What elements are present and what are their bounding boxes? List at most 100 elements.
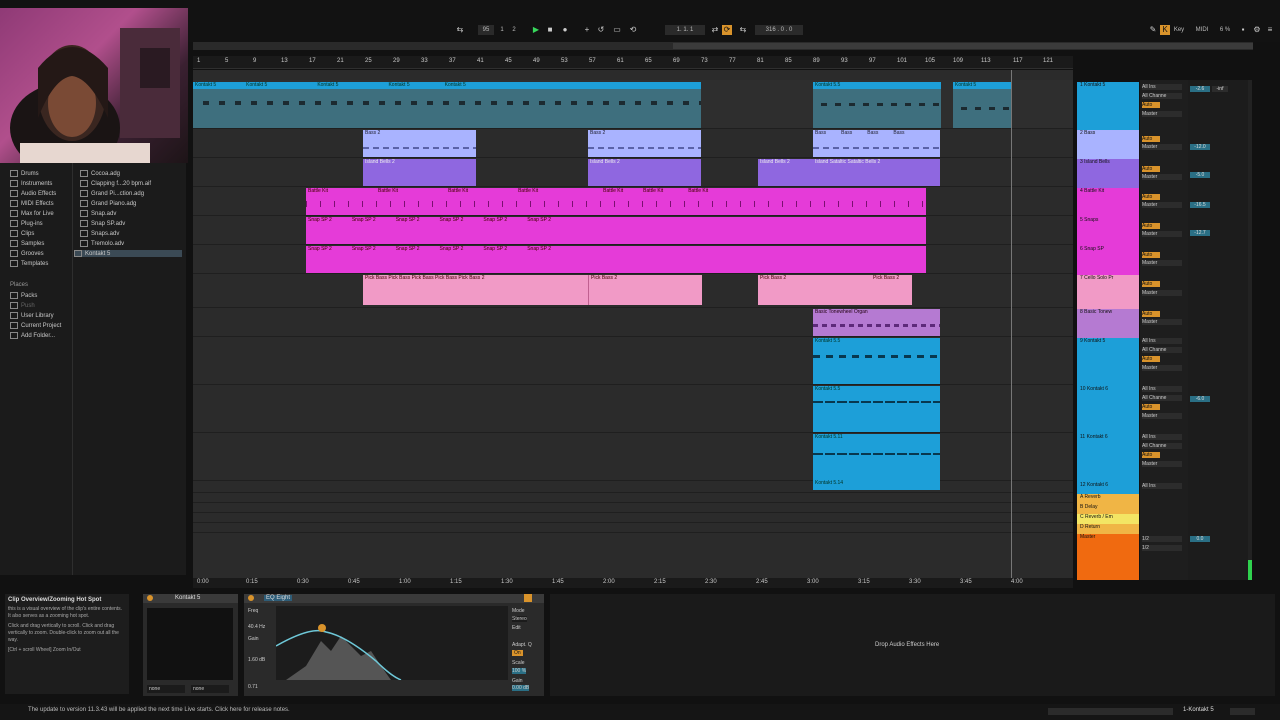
midi-map-label[interactable]: MIDI [1194,25,1210,35]
browser-category-audio-effects[interactable]: Audio Effects [10,190,56,197]
clip-organ[interactable]: Basic Tonewheel Organ [813,309,940,336]
monitor-auto-button[interactable]: Auto [1142,252,1160,258]
input-channel-select[interactable]: All Channe [1142,93,1182,99]
track-header[interactable]: 6 Snap SP [1077,246,1139,275]
browser-file[interactable]: Tremolo.adv [80,240,124,247]
horizontal-scrollbar[interactable] [1048,708,1173,715]
places-push[interactable]: Push [10,302,35,309]
clip-bass[interactable]: Bass Bass Bass Bass [813,130,940,157]
arrangement-overview[interactable] [193,42,1253,50]
track-header[interactable]: 8 Basic Tonew [1077,309,1139,338]
return-header[interactable]: A Reverb [1077,494,1139,504]
loop-end-marker[interactable] [1011,70,1012,578]
browser-file[interactable]: Grand Pi...ction.adg [80,190,144,197]
adapt-q-toggle[interactable]: On [512,650,523,656]
clip-island-bells[interactable]: Island Bells 2 [588,159,701,186]
master-volume-field[interactable]: 0.0 [1190,536,1210,542]
master-output-select[interactable]: 1/2 [1142,536,1182,542]
signature-denominator[interactable]: 2 [510,25,518,35]
clip-kontakt[interactable]: Kontakt 5.5 [813,338,940,384]
midi-from-select[interactable]: none [147,685,185,693]
monitor-auto-button[interactable]: Auto [1142,356,1160,362]
automation-arm-icon[interactable]: ↺ [596,25,606,35]
browser-file[interactable]: Cocoa.adg [80,170,120,177]
clip-snaps[interactable]: Snap SP 2 Snap SP 2 Snap SP 2 Snap SP 2 … [306,217,926,244]
loop-length-field[interactable]: 316 . 0 . 0 [755,25,803,35]
input-channel-select[interactable]: All Channe [1142,443,1182,449]
clip-battle-kit[interactable]: Battle Kit Battle Kit Battle Kit Battle … [306,188,926,215]
eq-display[interactable] [275,606,508,681]
output-select[interactable]: Master [1142,290,1182,296]
clip-pick-bass[interactable]: Pick Bass 2 [758,275,871,305]
track-lane[interactable] [193,336,1073,385]
output-select[interactable]: Master [1142,413,1182,419]
loop-icon[interactable]: ⟲ [628,25,638,35]
arrangement-view[interactable]: Kontakt 5 Kontakt 5 Kontakt 5 Kontakt 5 … [193,70,1073,578]
input-type-select[interactable]: All Ins [1142,386,1182,392]
clip-bass[interactable]: Bass 2 [363,130,476,157]
track-header[interactable]: 11 Kontakt 6 [1077,434,1139,482]
overview-selection[interactable] [673,43,1253,49]
output-gain-value[interactable]: 0.00 dB [512,685,530,691]
output-select[interactable]: Master [1142,260,1182,266]
monitor-auto-button[interactable]: Auto [1142,102,1160,108]
input-type-select[interactable]: All Ins [1142,84,1182,90]
plugin-window[interactable] [147,608,233,680]
track-lane[interactable] [193,384,1073,433]
status-message[interactable]: The update to version 11.3.43 will be ap… [28,707,290,713]
output-select[interactable]: Master [1142,174,1182,180]
output-select[interactable]: Master [1142,202,1182,208]
punch-out-icon[interactable]: ⇆ [738,25,748,35]
volume-field[interactable]: -5.0 [1190,172,1210,178]
device-title-bar[interactable]: Kontakt 5 [143,594,238,603]
draw-mode-icon[interactable]: ✎ [1148,25,1158,35]
places-user-library[interactable]: User Library [10,312,54,319]
places-packs[interactable]: Packs [10,292,37,299]
clip-kontakt[interactable]: Kontakt 5 [953,82,1011,128]
volume-field[interactable]: -2.6 [1190,86,1210,92]
browser-file[interactable]: Snap SP.adv [80,220,125,227]
return-header[interactable]: D Return [1077,524,1139,534]
track-lane[interactable] [193,307,1073,337]
track-lane[interactable] [193,432,1073,481]
view-toggle[interactable] [1230,708,1255,715]
monitor-auto-button[interactable]: Auto [1142,166,1160,172]
input-type-select[interactable]: All Ins [1142,338,1182,344]
clip-kontakt[interactable]: Kontakt 5.5 [813,82,941,128]
record-icon[interactable]: ● [560,25,570,35]
browser-file[interactable]: Snap.adv [80,210,116,217]
browser-category-instruments[interactable]: Instruments [10,180,52,187]
device-power-icon[interactable] [147,595,153,601]
browser-category-max-for-live[interactable]: Max for Live [10,210,54,217]
places-add-folder[interactable]: Add Folder... [10,332,55,339]
track-header[interactable]: 10 Kontakt 6 [1077,386,1139,434]
overdub-icon[interactable]: + [582,25,592,35]
monitor-auto-button[interactable]: Auto [1142,223,1160,229]
monitor-auto-button[interactable]: Auto [1142,452,1160,458]
browser-category-grooves[interactable]: Grooves [10,250,44,257]
volume-field[interactable]: -12.0 [1190,144,1210,150]
track-header[interactable]: 4 Battle Kit [1077,188,1139,217]
browser-file-selected[interactable]: Kontakt 5 [74,250,182,258]
input-type-select[interactable]: All Ins [1142,483,1182,489]
tempo-field[interactable]: 95 [478,25,494,35]
mode-select[interactable]: Stereo [512,616,527,622]
key-map-icon[interactable]: K [1160,25,1170,35]
browser-category-clips[interactable]: Clips [10,230,34,237]
monitor-auto-button[interactable]: Auto [1142,281,1160,287]
output-select[interactable]: Master [1142,231,1182,237]
freq-value[interactable]: 40.4 Hz [248,624,265,630]
browser-category-samples[interactable]: Samples [10,240,44,247]
device-power-icon[interactable] [248,595,254,601]
browser-file[interactable]: Snaps.adv [80,230,119,237]
input-type-select[interactable]: All Ins [1142,434,1182,440]
signature-numerator[interactable]: 1 [498,25,506,35]
eq-band-handle[interactable] [318,624,326,632]
monitor-auto-button[interactable]: Auto [1142,404,1160,410]
midi-to-select[interactable]: none [191,685,229,693]
volume-field[interactable]: -16.5 [1190,202,1210,208]
time-ruler[interactable]: 0:00 0:15 0:30 0:45 1:00 1:15 1:30 1:45 … [193,578,1073,588]
input-channel-select[interactable]: All Channe [1142,395,1182,401]
device-drop-zone[interactable]: Drop Audio Effects Here [550,594,1275,696]
master-header[interactable]: Master [1077,534,1139,580]
